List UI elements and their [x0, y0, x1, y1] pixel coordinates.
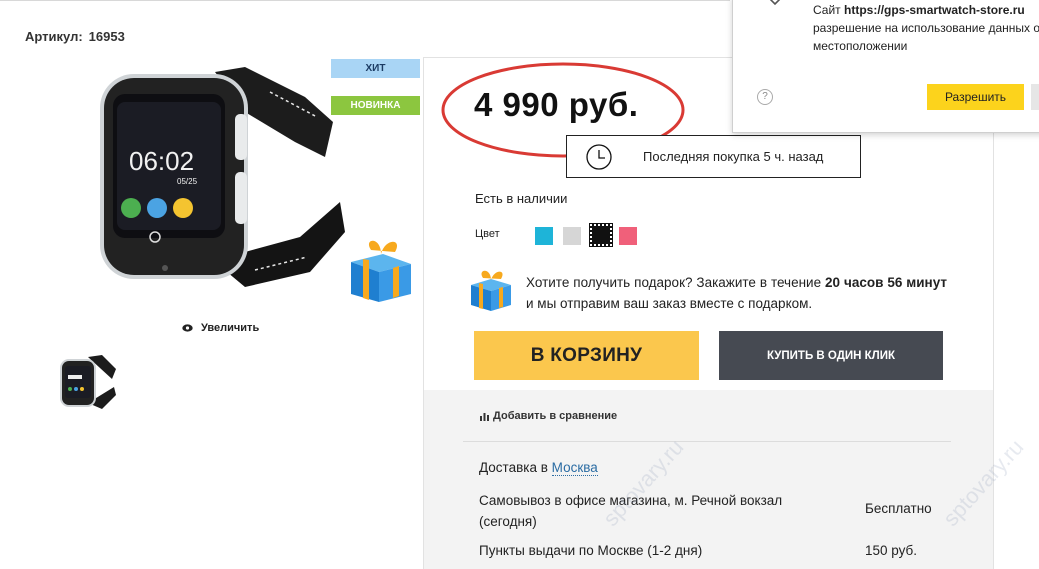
popup-site-url: https://gps-smartwatch-store.ru [844, 3, 1025, 17]
color-swatch-grey[interactable] [563, 227, 581, 245]
pickup-option: Самовывоз в офисе магазина, м. Речной во… [479, 493, 783, 529]
clock-icon [586, 144, 612, 170]
badge-new: НОВИНКА [331, 96, 420, 115]
gift-icon [471, 270, 511, 311]
product-main-image[interactable]: 06:02 05/25 [95, 62, 345, 317]
pickup-price: Бесплатно [865, 501, 932, 516]
buy-one-click-button[interactable]: КУПИТЬ В ОДИН КЛИК [719, 331, 943, 380]
geolocation-permission-popup: Сайт https://gps-smartwatch-store.ru раз… [732, 0, 1039, 133]
sku: Артикул: 16953 [25, 29, 125, 44]
chevron-down-icon[interactable] [768, 0, 782, 7]
delivery-city-link[interactable]: Москва [551, 460, 598, 476]
popup-message: Сайт https://gps-smartwatch-store.ru раз… [813, 1, 1039, 55]
zoom-link[interactable]: Увеличить [182, 322, 259, 334]
color-label: Цвет [475, 228, 500, 240]
gift-icon [351, 240, 411, 302]
add-to-compare-link[interactable]: Добавить в сравнение [480, 410, 617, 422]
stock-status: Есть в наличии [475, 191, 568, 206]
sku-value: 16953 [88, 29, 125, 44]
help-icon[interactable]: ? [757, 89, 773, 105]
allow-button[interactable]: Разрешить [927, 84, 1024, 110]
gift-promo-text: Хотите получить подарок? Закажите в тече… [526, 272, 947, 314]
sku-label: Артикул: [25, 29, 83, 44]
promo-text-after: и мы отправим ваш заказ вместе с подарко… [526, 296, 813, 311]
promo-text-before: Хотите получить подарок? Закажите в тече… [526, 275, 826, 290]
delivery-prefix: Доставка в [479, 460, 548, 475]
badge-hit: ХИТ [331, 59, 420, 78]
popup-site-prefix: Сайт [813, 3, 841, 17]
promo-hours: 20 часов 56 минут [825, 275, 947, 290]
product-thumbnail[interactable] [58, 353, 118, 411]
top-divider [0, 0, 730, 1]
eye-icon [182, 324, 193, 332]
color-swatch-pink[interactable] [619, 227, 637, 245]
last-purchase-text: Последняя покупка 5 ч. назад [643, 149, 824, 164]
watch-time: 06:02 [129, 146, 194, 176]
color-swatch-black[interactable] [589, 223, 613, 247]
add-to-cart-button[interactable]: В КОРЗИНУ [474, 331, 699, 380]
compare-label: Добавить в сравнение [493, 410, 618, 422]
last-purchase-notice: Последняя покупка 5 ч. назад [566, 135, 861, 178]
delivery-divider [463, 441, 951, 442]
color-swatch-blue[interactable] [535, 227, 553, 245]
pickup-points-option: Пункты выдачи по Москве (1-2 дня) [479, 543, 703, 558]
deny-button[interactable] [1031, 84, 1039, 110]
zoom-label: Увеличить [201, 322, 260, 334]
bar-chart-icon [480, 412, 489, 421]
pickup-points-price: 150 руб. [865, 543, 918, 558]
delivery-title: Доставка в Москва [479, 460, 598, 476]
popup-message-text: разрешение на использование данных о мес… [813, 21, 1039, 53]
watch-date: 05/25 [177, 177, 198, 186]
